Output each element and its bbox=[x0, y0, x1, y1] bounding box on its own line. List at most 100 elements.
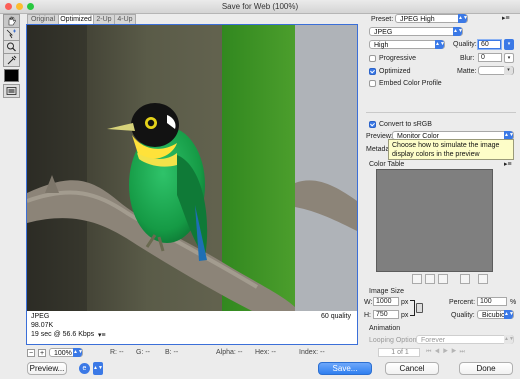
title-bar: Save for Web (100%) bbox=[0, 0, 520, 14]
color-table-buttons bbox=[412, 274, 490, 284]
resample-quality-value: Bicubic bbox=[482, 312, 505, 319]
hand-tool[interactable] bbox=[3, 14, 20, 28]
zoom-tool[interactable] bbox=[3, 40, 20, 54]
preview-tooltip: Choose how to simulate the image display… bbox=[388, 139, 514, 160]
blur-slider-button[interactable]: ▾ bbox=[504, 53, 514, 63]
hand-icon bbox=[8, 16, 16, 26]
slices-visibility-icon bbox=[6, 87, 17, 95]
looping-label: Looping Options: bbox=[369, 337, 422, 344]
progressive-checkbox[interactable] bbox=[369, 55, 376, 62]
slice-select-icon bbox=[6, 29, 16, 39]
format-text: JPEG bbox=[31, 313, 50, 320]
last-frame-icon[interactable]: ⏭ bbox=[459, 349, 467, 355]
new-color-icon[interactable] bbox=[460, 274, 470, 284]
window-title: Save for Web (100%) bbox=[221, 2, 299, 11]
web-shift-icon[interactable] bbox=[425, 274, 435, 284]
convert-srgb-checkbox[interactable] bbox=[369, 121, 376, 128]
toggle-slices-tool[interactable] bbox=[3, 84, 20, 98]
slice-select-tool[interactable] bbox=[3, 27, 20, 41]
bird-photo bbox=[27, 25, 357, 311]
percent-label: Percent: bbox=[449, 299, 476, 306]
hex-readout: Hex: -- bbox=[255, 349, 276, 356]
blur-input[interactable]: 0 bbox=[478, 53, 502, 62]
resample-quality-select[interactable]: Bicubic ▲▼ bbox=[477, 310, 514, 319]
height-input[interactable]: 750 bbox=[373, 310, 399, 319]
preview-button[interactable]: Preview... bbox=[27, 362, 67, 375]
zoom-out-button[interactable]: − bbox=[27, 349, 35, 357]
toolbox bbox=[3, 14, 20, 98]
height-unit: px bbox=[401, 312, 409, 319]
divider bbox=[366, 112, 516, 113]
looping-select[interactable]: Forever ▲▼ bbox=[416, 335, 514, 344]
zoom-select[interactable]: 100% ▲▼ bbox=[49, 348, 83, 357]
chevron-down-icon: ▲▼ bbox=[453, 27, 463, 36]
chevron-down-icon: ▾ bbox=[504, 66, 513, 75]
settings-menu-icon[interactable]: ▸≡ bbox=[502, 14, 510, 22]
quality-label: Quality: bbox=[453, 41, 477, 48]
width-input[interactable]: 1000 bbox=[373, 297, 399, 306]
alpha-readout: Alpha: -- bbox=[216, 349, 243, 356]
chevron-down-icon: ▲▼ bbox=[435, 40, 445, 49]
done-button[interactable]: Done bbox=[459, 362, 513, 375]
eyedropper-color-swatch[interactable] bbox=[4, 69, 19, 82]
save-button[interactable]: Save... bbox=[318, 362, 372, 375]
download-time-text: 19 sec @ 56.6 Kbps bbox=[31, 331, 95, 338]
format-value: JPEG bbox=[374, 29, 393, 36]
index-readout: Index: -- bbox=[299, 349, 325, 356]
magnifier-icon bbox=[7, 42, 16, 52]
embed-profile-checkbox[interactable] bbox=[369, 80, 376, 87]
size-text: 98.07K bbox=[31, 322, 54, 329]
lock-color-icon[interactable] bbox=[438, 274, 448, 284]
chevron-down-icon: ▲▼ bbox=[504, 335, 514, 344]
percent-unit: % bbox=[510, 299, 517, 306]
preset-select[interactable]: JPEG High ▲▼ bbox=[395, 14, 468, 23]
format-select[interactable]: JPEG ▲▼ bbox=[369, 27, 463, 36]
height-label: H: bbox=[364, 312, 371, 319]
map-color-icon[interactable] bbox=[412, 274, 422, 284]
link-proportions-icon[interactable] bbox=[416, 303, 423, 313]
play-icon[interactable]: ▶ bbox=[443, 349, 451, 355]
width-label: W: bbox=[364, 299, 373, 306]
frame-counter: 1 of 1 bbox=[378, 348, 420, 357]
download-speed-menu-icon[interactable]: ▾≡ bbox=[98, 331, 106, 339]
optimized-preview[interactable]: JPEG 98.07K 19 sec @ 56.6 Kbps ▾≡ 60 qua… bbox=[26, 24, 358, 345]
blur-label: Blur: bbox=[460, 55, 475, 62]
preview-info: JPEG 98.07K 19 sec @ 56.6 Kbps ▾≡ 60 qua… bbox=[27, 311, 357, 344]
status-bar: − + 100% ▲▼ R: -- G: -- B: -- Alpha: -- H… bbox=[24, 348, 360, 359]
constrain-bracket bbox=[410, 300, 415, 316]
matte-label: Matte: bbox=[457, 68, 477, 75]
browser-select-button[interactable]: ▲▼ bbox=[93, 362, 103, 375]
chevron-down-icon: ▲▼ bbox=[504, 310, 514, 319]
percent-input[interactable]: 100 bbox=[477, 297, 507, 306]
preview-image[interactable] bbox=[27, 25, 357, 311]
eyedropper-tool[interactable] bbox=[3, 53, 20, 67]
r-readout: R: -- bbox=[110, 349, 124, 356]
previous-frame-icon[interactable]: ◀ bbox=[434, 349, 442, 355]
image-size-label: Image Size bbox=[369, 288, 405, 295]
animation-controls: ⏮◀▶▶⏭ bbox=[426, 349, 516, 357]
b-readout: B: -- bbox=[165, 349, 179, 356]
quality-input[interactable]: 60 bbox=[478, 40, 501, 49]
color-table-menu-icon[interactable]: ▸≡ bbox=[504, 160, 512, 168]
optimized-checkbox[interactable] bbox=[369, 68, 376, 75]
preset-label: Preset: bbox=[371, 16, 394, 23]
matte-select[interactable]: ▾ bbox=[478, 66, 514, 75]
progressive-label: Progressive bbox=[379, 55, 416, 62]
compression-select[interactable]: High ▲▼ bbox=[369, 40, 445, 49]
color-table-grid[interactable] bbox=[376, 169, 493, 272]
convert-srgb-label: Convert to sRGB bbox=[379, 121, 432, 128]
preset-value: JPEG High bbox=[400, 16, 435, 23]
zoom-value: 100% bbox=[54, 350, 72, 357]
chevron-down-icon: ▲▼ bbox=[458, 14, 468, 23]
resample-quality-label: Quality: bbox=[451, 312, 475, 319]
zoom-in-button[interactable]: + bbox=[38, 349, 46, 357]
quality-slider-button[interactable]: ▾ bbox=[504, 39, 514, 50]
cancel-button[interactable]: Cancel bbox=[385, 362, 439, 375]
chevron-down-icon: ▲▼ bbox=[73, 348, 83, 357]
color-table-label: Color Table bbox=[369, 161, 405, 168]
browser-icon: e bbox=[79, 363, 90, 374]
eyedropper-icon bbox=[7, 55, 17, 65]
quality-info-text: 60 quality bbox=[321, 313, 351, 320]
width-unit: px bbox=[401, 299, 409, 306]
trash-icon[interactable] bbox=[478, 274, 488, 284]
